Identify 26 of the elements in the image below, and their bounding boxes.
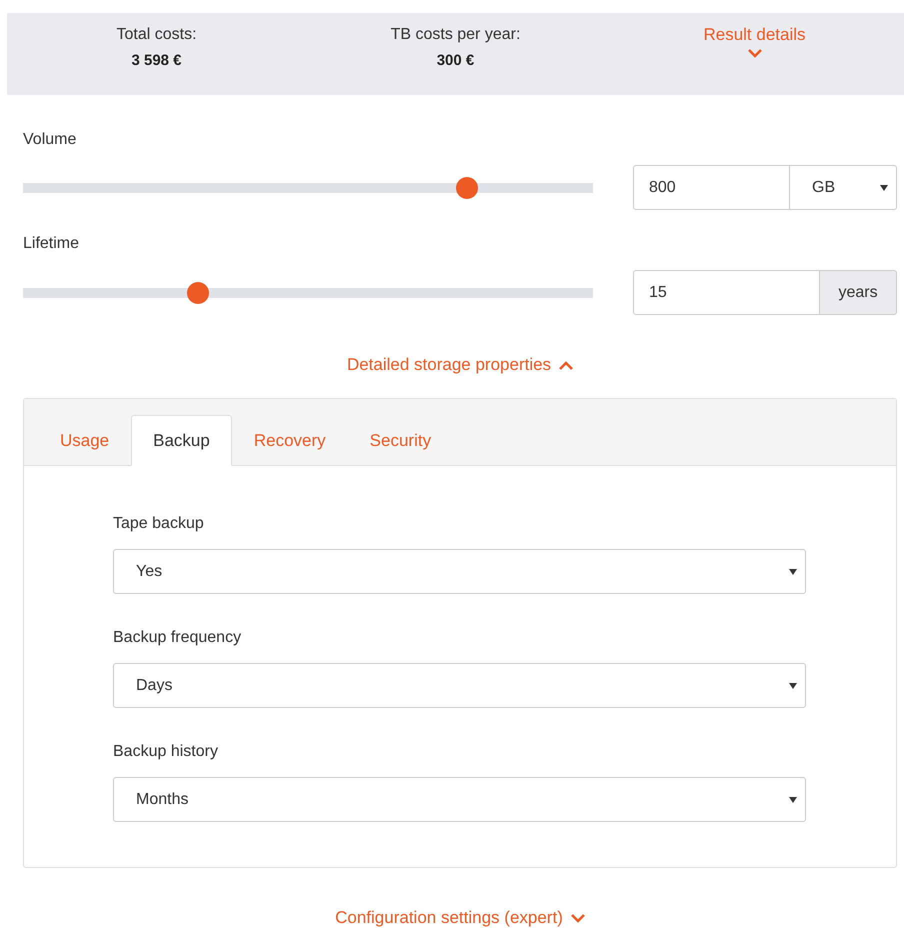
tab[interactable]: Backup [131, 415, 232, 466]
caret-icon [789, 682, 797, 688]
caret-icon [880, 184, 888, 190]
chevron-down-icon [748, 49, 762, 58]
dropdown[interactable]: Months [113, 777, 806, 822]
field-label: Volume [23, 130, 78, 150]
unit-dropdown[interactable]: GB [790, 165, 897, 210]
summary-label: TB costs per year: [390, 25, 520, 45]
summary-label: Total costs: [116, 25, 197, 45]
dropdown[interactable]: Days [113, 663, 806, 708]
summary-value: 3 598 € [131, 51, 182, 71]
field-label: Tape backup [113, 514, 205, 534]
chevron-up-icon [559, 360, 574, 370]
field-label: Backup history [113, 742, 219, 762]
chevron-down-icon [570, 914, 585, 922]
caret-icon [789, 796, 797, 802]
slider-thumb[interactable] [456, 176, 478, 198]
unit-addon: years [820, 270, 897, 315]
field-label: Lifetime [23, 234, 80, 254]
summary-value: 300 € [436, 51, 474, 71]
number-input[interactable]: 800 [633, 165, 790, 210]
dropdown[interactable]: Yes [113, 549, 806, 594]
field-label: Backup frequency [113, 628, 242, 648]
slider-thumb[interactable] [187, 282, 210, 304]
number-input[interactable]: 15 [633, 270, 820, 315]
caret-icon [789, 568, 797, 574]
